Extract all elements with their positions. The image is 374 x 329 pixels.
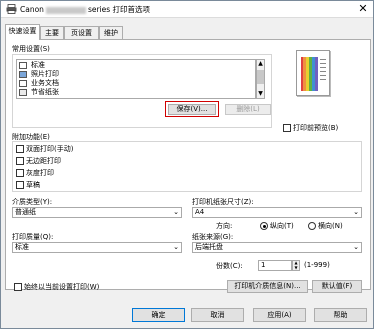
print-quality-select[interactable]: 标准 ⌄ — [12, 242, 182, 253]
scroll-down-icon[interactable]: ▼ — [257, 90, 264, 98]
tab-page-setup[interactable]: 页设置 — [64, 26, 99, 39]
duplex-checkbox[interactable] — [16, 145, 24, 153]
paper-size-label: 打印机纸张尺寸(Z): — [192, 198, 254, 206]
close-button[interactable]: ✕ — [353, 1, 373, 17]
chevron-down-icon: ⌄ — [353, 243, 359, 251]
preview-checkbox-label: 打印前预览(B) — [293, 124, 339, 132]
grayscale-checkbox[interactable] — [16, 169, 24, 177]
delete-button[interactable]: 删除(L) — [225, 104, 271, 115]
cancel-button[interactable]: 取消 — [191, 308, 244, 322]
printer-icon — [6, 4, 17, 14]
grayscale-label: 灰度打印 — [26, 169, 54, 177]
paper-source-label: 纸张来源(G): — [192, 233, 234, 241]
draft-checkbox[interactable] — [16, 181, 24, 189]
landscape-radio[interactable] — [308, 222, 316, 230]
standard-icon — [19, 62, 27, 69]
paper-size-select[interactable]: A4 ⌄ — [192, 207, 362, 218]
print-quality-label: 打印质量(Q): — [12, 233, 54, 241]
always-print-current-label: 始终以当前设置打印(W) — [24, 283, 100, 291]
stepper-down-icon[interactable]: ▼ — [293, 266, 299, 270]
copies-input[interactable]: 1 — [258, 260, 292, 271]
list-item[interactable]: 标准 — [19, 61, 255, 70]
chevron-down-icon: ⌄ — [173, 243, 179, 251]
common-settings-group: 标准 照片打印 业务文档 节省纸张 ▲ ▼ 保存(V)... 删除(L) — [12, 54, 272, 128]
tab-main[interactable]: 主要 — [40, 26, 64, 39]
apply-button[interactable]: 应用(A) — [253, 308, 306, 322]
draft-label: 草稿 — [26, 181, 40, 189]
borderless-checkbox[interactable] — [16, 157, 24, 165]
portrait-label: 纵向(T) — [270, 222, 294, 230]
defaults-button[interactable]: 默认值(F) — [312, 280, 362, 293]
title-bar: Canon series 打印首选项 ✕ — [1, 1, 373, 18]
common-settings-label: 常用设置(S) — [12, 45, 50, 53]
title-suffix: series 打印首选项 — [87, 5, 151, 14]
borderless-label: 无边距打印 — [26, 157, 61, 165]
duplex-label: 双面打印(手动) — [26, 145, 74, 153]
common-settings-list[interactable]: 标准 照片打印 业务文档 节省纸张 — [16, 59, 256, 99]
tab-panel-quick-setup: 常用设置(S) 标准 照片打印 业务文档 节省纸张 ▲ ▼ 保存(V)... 删… — [5, 39, 371, 293]
list-scrollbar[interactable]: ▲ ▼ — [256, 59, 265, 99]
paper-source-select[interactable]: 后端托盘 ⌄ — [192, 242, 362, 253]
chevron-down-icon: ⌄ — [173, 208, 179, 216]
redacted-model — [45, 6, 86, 14]
orientation-label: 方向: — [216, 222, 233, 230]
list-item[interactable]: 业务文档 — [19, 79, 255, 88]
media-info-button[interactable]: 打印机介质信息(N)... — [227, 280, 308, 293]
window-title: Canon series 打印首选项 — [20, 4, 150, 15]
media-type-label: 介质类型(Y): — [12, 198, 53, 206]
tab-quick-setup[interactable]: 快速设置 — [5, 24, 40, 40]
copies-stepper[interactable]: ▲ ▼ — [292, 260, 300, 271]
tab-maintenance[interactable]: 维护 — [99, 26, 123, 39]
paper-saving-icon — [19, 89, 27, 96]
always-print-current-checkbox[interactable] — [14, 283, 22, 291]
list-item[interactable]: 照片打印 — [19, 70, 255, 79]
chevron-down-icon: ⌄ — [353, 208, 359, 216]
media-type-select[interactable]: 普通纸 ⌄ — [12, 207, 182, 218]
copies-label: 份数(C): — [216, 262, 243, 270]
preview-checkbox[interactable] — [283, 124, 291, 132]
copies-range: (1-999) — [304, 261, 330, 269]
scroll-thumb[interactable] — [257, 70, 264, 84]
ok-button[interactable]: 确定 — [132, 308, 185, 322]
additional-features-group: 双面打印(手动) 无边距打印 灰度打印 草稿 — [12, 141, 362, 192]
photo-icon — [19, 71, 27, 78]
title-brand: Canon — [20, 5, 44, 14]
document-icon — [19, 80, 27, 87]
printer-preferences-window: Canon series 打印首选项 ✕ 快速设置 主要 页设置 维护 常用设置(… — [0, 0, 374, 329]
portrait-radio[interactable] — [260, 222, 268, 230]
list-item[interactable]: 节省纸张 — [19, 88, 255, 97]
preview-page — [296, 50, 330, 96]
save-button[interactable]: 保存(V)... — [168, 104, 216, 115]
scroll-up-icon[interactable]: ▲ — [257, 60, 264, 68]
landscape-label: 横向(N) — [318, 222, 343, 230]
help-button[interactable]: 帮助 — [314, 308, 367, 322]
